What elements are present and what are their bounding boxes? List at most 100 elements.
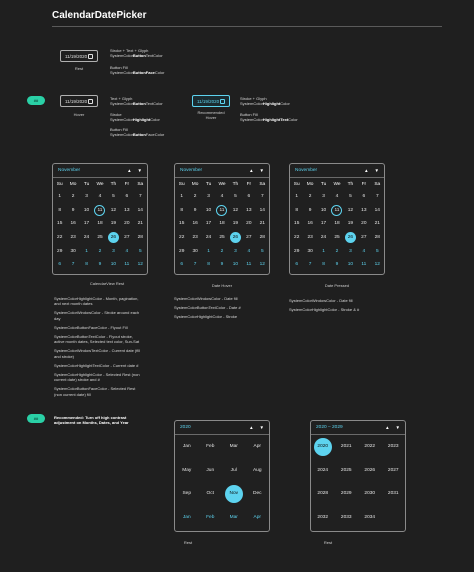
day-cell[interactable]: 8: [53, 204, 66, 218]
day-cell[interactable]: 13: [242, 204, 255, 218]
month-cell[interactable]: Dec: [246, 485, 270, 503]
day-cell[interactable]: 12: [134, 258, 147, 272]
day-cell[interactable]: 6: [242, 190, 255, 204]
day-cell[interactable]: 10: [107, 258, 120, 272]
day-cell[interactable]: 27: [120, 231, 133, 245]
day-cell[interactable]: 17: [317, 217, 330, 231]
day-cell[interactable]: 6: [357, 190, 370, 204]
day-cell[interactable]: 5: [344, 190, 357, 204]
date-picker-hover[interactable]: 11/19/2020: [60, 95, 98, 107]
day-cell[interactable]: 7: [188, 258, 201, 272]
day-cell[interactable]: 22: [175, 231, 188, 245]
day-cell[interactable]: 27: [242, 231, 255, 245]
day-cell[interactable]: 9: [330, 258, 343, 272]
day-cell[interactable]: 12: [371, 258, 384, 272]
day-cell[interactable]: 1: [80, 244, 93, 258]
day-cell[interactable]: 5: [229, 190, 242, 204]
day-cell[interactable]: 7: [371, 190, 384, 204]
day-cell[interactable]: 8: [80, 258, 93, 272]
day-cell[interactable]: 3: [202, 190, 215, 204]
year-cell[interactable]: 2025: [335, 461, 359, 479]
day-cell[interactable]: 25: [215, 231, 228, 245]
day-cell-selected[interactable]: 11: [330, 204, 343, 218]
month-cell[interactable]: Mar: [222, 438, 246, 456]
day-cell[interactable]: 17: [80, 217, 93, 231]
month-cell[interactable]: Jun: [199, 461, 223, 479]
year-cell[interactable]: 2029: [335, 485, 359, 503]
year-cell[interactable]: 2032: [311, 508, 335, 526]
day-cell[interactable]: 8: [175, 204, 188, 218]
day-cell[interactable]: 6: [175, 258, 188, 272]
day-cell[interactable]: 7: [303, 258, 316, 272]
previous-arrow-icon[interactable]: ▲: [249, 168, 253, 173]
day-cell[interactable]: 16: [66, 217, 79, 231]
day-cell[interactable]: 3: [344, 244, 357, 258]
month-cell[interactable]: Mar: [222, 508, 246, 526]
day-cell[interactable]: 15: [53, 217, 66, 231]
month-cell[interactable]: Apr: [246, 508, 270, 526]
day-cell[interactable]: 9: [188, 204, 201, 218]
day-cell[interactable]: 15: [290, 217, 303, 231]
date-picker-recommended-hover[interactable]: 11/19/2020: [192, 95, 230, 107]
year-cell[interactable]: 2026: [358, 461, 382, 479]
day-cell[interactable]: 13: [120, 204, 133, 218]
day-cell[interactable]: 8: [290, 204, 303, 218]
day-cell[interactable]: 2: [188, 190, 201, 204]
day-cell[interactable]: 2: [66, 190, 79, 204]
month-cell[interactable]: Jan: [175, 508, 199, 526]
day-cell[interactable]: 5: [371, 244, 384, 258]
next-arrow-icon[interactable]: ▼: [375, 168, 379, 173]
day-cell[interactable]: 7: [256, 190, 269, 204]
month-cell[interactable]: Feb: [199, 508, 223, 526]
previous-arrow-icon[interactable]: ▲: [127, 168, 131, 173]
day-cell[interactable]: 7: [134, 190, 147, 204]
next-arrow-icon[interactable]: ▼: [260, 168, 264, 173]
month-cell[interactable]: Jul: [222, 461, 246, 479]
day-cell[interactable]: 15: [175, 217, 188, 231]
day-cell[interactable]: 21: [256, 217, 269, 231]
month-button[interactable]: November: [180, 168, 202, 173]
day-cell[interactable]: 11: [242, 258, 255, 272]
day-cell[interactable]: 16: [303, 217, 316, 231]
year-cell[interactable]: 2023: [382, 438, 406, 456]
day-cell[interactable]: 12: [107, 204, 120, 218]
day-cell[interactable]: 5: [134, 244, 147, 258]
day-cell[interactable]: 23: [188, 231, 201, 245]
next-arrow-icon[interactable]: ▼: [260, 425, 264, 430]
year-view-decade-button[interactable]: 2020 – 2029: [316, 425, 343, 430]
day-cell[interactable]: 19: [229, 217, 242, 231]
day-cell[interactable]: 12: [256, 258, 269, 272]
year-cell[interactable]: 2022: [358, 438, 382, 456]
day-cell[interactable]: 30: [303, 244, 316, 258]
day-cell[interactable]: 10: [80, 204, 93, 218]
day-cell[interactable]: 1: [53, 190, 66, 204]
day-cell[interactable]: 18: [215, 217, 228, 231]
day-cell-today[interactable]: 26: [107, 231, 120, 245]
day-cell[interactable]: 1: [175, 190, 188, 204]
day-cell[interactable]: 14: [371, 204, 384, 218]
day-cell[interactable]: 16: [188, 217, 201, 231]
year-cell[interactable]: 2033: [335, 508, 359, 526]
month-cell[interactable]: Feb: [199, 438, 223, 456]
day-cell[interactable]: 21: [134, 217, 147, 231]
day-cell[interactable]: 18: [330, 217, 343, 231]
day-cell[interactable]: 29: [290, 244, 303, 258]
day-cell[interactable]: 4: [215, 190, 228, 204]
day-cell[interactable]: 20: [120, 217, 133, 231]
month-cell[interactable]: Apr: [246, 438, 270, 456]
day-cell[interactable]: 11: [357, 258, 370, 272]
month-cell[interactable]: Sep: [175, 485, 199, 503]
year-cell[interactable]: 2028: [311, 485, 335, 503]
day-cell[interactable]: 10: [317, 204, 330, 218]
day-cell[interactable]: 22: [290, 231, 303, 245]
day-cell[interactable]: 23: [66, 231, 79, 245]
day-cell[interactable]: 24: [80, 231, 93, 245]
day-cell[interactable]: 21: [371, 217, 384, 231]
day-cell-today[interactable]: 26: [344, 231, 357, 245]
day-cell[interactable]: 28: [371, 231, 384, 245]
day-cell[interactable]: 7: [66, 258, 79, 272]
day-cell[interactable]: 14: [134, 204, 147, 218]
day-cell[interactable]: 4: [120, 244, 133, 258]
year-cell[interactable]: 2024: [311, 461, 335, 479]
day-cell[interactable]: 30: [66, 244, 79, 258]
